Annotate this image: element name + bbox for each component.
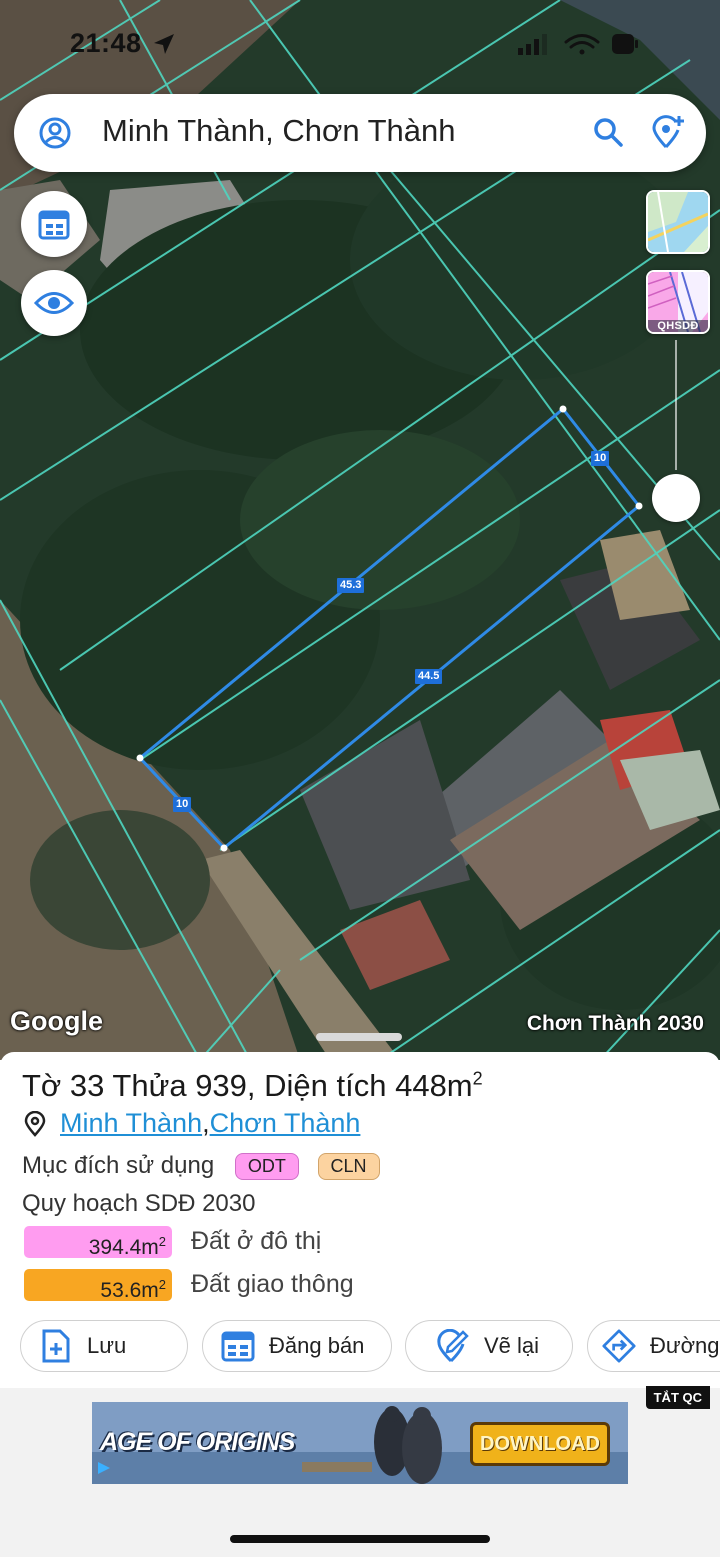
plan-item-transport-area: 53.6m2	[24, 1269, 172, 1302]
calendar-icon	[221, 1329, 255, 1363]
calendar-icon	[38, 210, 70, 240]
close-ad-button[interactable]: TẮT QC	[645, 1386, 710, 1409]
location-pin-icon	[24, 1110, 46, 1137]
directions-button[interactable]: Đường	[587, 1320, 720, 1372]
ad-banner[interactable]: AGE OF ORIGINS DOWNLOAD	[92, 1402, 628, 1484]
save-button-label: Lưu	[87, 1333, 127, 1358]
redraw-label: Vẽ lại	[484, 1333, 540, 1358]
search-icon[interactable]	[592, 116, 624, 148]
parcel-right-edge-length: 10	[591, 451, 610, 466]
google-attribution: Google	[10, 1006, 103, 1036]
commune-link[interactable]: Minh Thành	[60, 1108, 202, 1139]
qhsdd-layer-toggle[interactable]: QHSDĐ	[646, 270, 710, 334]
location-arrow-icon	[154, 34, 174, 54]
calendar-button[interactable]	[21, 191, 87, 257]
status-icons	[518, 34, 638, 55]
usage-tag-odt: ODT	[234, 1153, 299, 1181]
usage-label: Mục đích sử dụng	[22, 1152, 215, 1179]
redraw-icon	[436, 1329, 470, 1363]
post-for-sale-label: Đăng bán	[269, 1333, 365, 1358]
eye-icon	[34, 292, 74, 314]
status-time: 21:48	[70, 28, 142, 58]
home-indicator[interactable]	[230, 1535, 490, 1543]
directions-icon	[602, 1329, 636, 1363]
plan-label: Quy hoạch SDĐ 2030	[22, 1190, 256, 1217]
parcel-left-edge-length: 10	[173, 797, 192, 812]
parcel-title: Tờ 33 Thửa 939, Diện tích 448m2	[22, 1068, 483, 1103]
cellular-signal-icon	[518, 34, 547, 55]
usage-row: Mục đích sử dụng ODT CLN	[22, 1152, 380, 1181]
base-map-layer-toggle[interactable]	[646, 190, 710, 254]
add-location-icon[interactable]	[650, 114, 686, 150]
map-thumbnail-icon	[648, 192, 708, 252]
redraw-button[interactable]: Vẽ lại	[405, 1320, 573, 1372]
district-link[interactable]: Chơn Thành	[210, 1108, 361, 1139]
wifi-icon	[564, 34, 600, 55]
parcel-address: Minh Thành, Chơn Thành	[22, 1108, 360, 1139]
parcel-bottom-edge-length: 44.5	[415, 669, 443, 684]
sheet-drag-handle[interactable]	[316, 1033, 402, 1041]
opacity-slider-handle[interactable]	[652, 474, 700, 522]
account-icon[interactable]	[38, 116, 72, 150]
search-query-text[interactable]: Minh Thành, Chơn Thành	[102, 113, 456, 149]
search-bar[interactable]: Minh Thành, Chơn Thành	[14, 94, 706, 172]
parcel-top-edge-length: 45.3	[337, 578, 365, 593]
status-bar: 21:48	[0, 22, 720, 62]
add-document-icon	[39, 1329, 73, 1363]
visibility-button[interactable]	[21, 270, 87, 336]
plan-item-residential-area: 394.4m2	[24, 1226, 172, 1259]
post-for-sale-button[interactable]: Đăng bán	[202, 1320, 392, 1372]
qhsdd-layer-label: QHSDĐ	[648, 320, 708, 332]
ad-game-name: AGE OF ORIGINS	[100, 1428, 295, 1456]
save-button[interactable]: Lưu	[20, 1320, 188, 1372]
plan-year-label: Chơn Thành 2030	[526, 1012, 704, 1035]
directions-label: Đường	[650, 1333, 720, 1358]
ad-download-button[interactable]: DOWNLOAD	[470, 1422, 610, 1466]
usage-tag-cln: CLN	[317, 1153, 380, 1181]
plan-item-transport-label: Đất giao thông	[191, 1270, 354, 1298]
battery-icon	[612, 34, 638, 54]
plan-item-residential-label: Đất ở đô thị	[191, 1227, 322, 1255]
